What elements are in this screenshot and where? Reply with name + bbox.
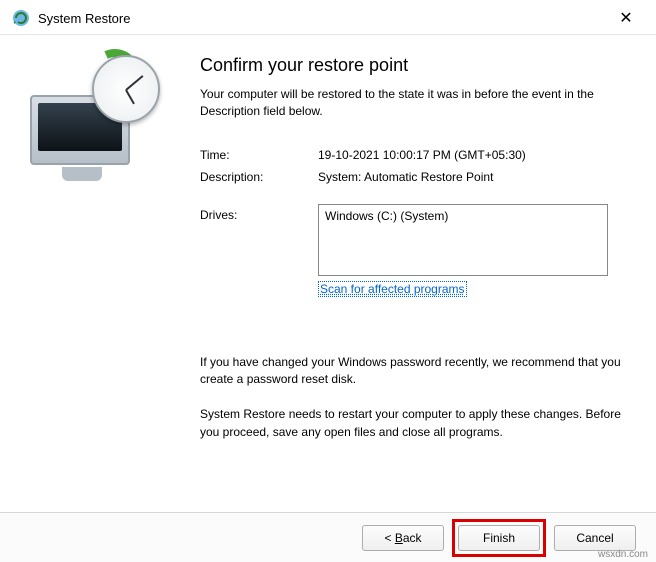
scan-affected-programs-link[interactable]: Scan for affected programs [318, 281, 467, 297]
system-restore-icon [12, 9, 30, 27]
back-button[interactable]: < Back [362, 525, 444, 551]
password-note: If you have changed your Windows passwor… [200, 354, 632, 389]
description-row: Description: System: Automatic Restore P… [200, 170, 632, 184]
dialog-footer: < Back Finish Cancel [0, 512, 656, 562]
time-label: Time: [200, 148, 318, 162]
time-value: 19-10-2021 10:00:17 PM (GMT+05:30) [318, 148, 632, 162]
titlebar: System Restore ✕ [0, 0, 656, 34]
drives-listbox[interactable]: Windows (C:) (System) [318, 204, 608, 276]
window-title: System Restore [38, 11, 606, 26]
drives-row: Drives: Windows (C:) (System) [200, 204, 632, 276]
watermark-text: wsxdn.com [598, 549, 648, 560]
page-subtitle: Your computer will be restored to the st… [200, 86, 632, 120]
description-value: System: Automatic Restore Point [318, 170, 632, 184]
finish-button[interactable]: Finish [458, 525, 540, 551]
page-heading: Confirm your restore point [200, 55, 632, 76]
clock-icon [92, 55, 160, 123]
close-button[interactable]: ✕ [606, 8, 646, 28]
restart-note: System Restore needs to restart your com… [200, 406, 632, 441]
restore-illustration [30, 55, 160, 175]
content-column: Confirm your restore point Your computer… [200, 35, 656, 503]
drives-item: Windows (C:) (System) [325, 209, 448, 223]
dialog-body: Confirm your restore point Your computer… [0, 35, 656, 503]
drives-label: Drives: [200, 204, 318, 276]
scan-link-row: Scan for affected programs [318, 282, 632, 296]
left-illustration-column [0, 35, 200, 503]
description-label: Description: [200, 170, 318, 184]
cancel-button[interactable]: Cancel [554, 525, 636, 551]
time-row: Time: 19-10-2021 10:00:17 PM (GMT+05:30) [200, 148, 632, 162]
finish-highlight: Finish [452, 519, 546, 557]
